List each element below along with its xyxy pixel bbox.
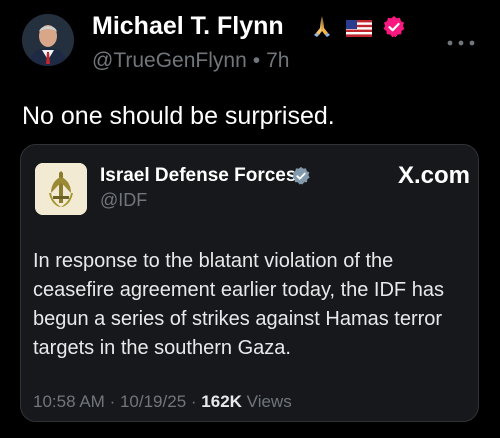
post-text: No one should be surprised. — [22, 102, 335, 130]
post-timestamp[interactable]: 10:58 AM — [33, 392, 105, 411]
separator-dot: • — [252, 49, 261, 72]
folded-hands-icon — [314, 16, 330, 37]
quoted-post-meta: 10:58 AM · 10/19/25 · 162K Views — [33, 392, 292, 412]
quoted-author-name[interactable]: Israel Defense Forces — [100, 165, 296, 187]
us-flag-icon — [346, 20, 372, 37]
author-handle[interactable]: @TrueGenFlynn — [92, 49, 247, 72]
quoted-post-text: In response to the blatant violation of … — [33, 250, 444, 359]
views-count[interactable]: 162K — [201, 392, 242, 411]
quoted-author-handle[interactable]: @IDF — [100, 190, 147, 211]
source-label[interactable]: X.com — [398, 162, 470, 190]
verified-badge-icon — [292, 166, 310, 185]
post-date[interactable]: 10/19/25 — [120, 392, 186, 411]
views-label: Views — [246, 392, 292, 411]
verified-badge-icon — [383, 16, 405, 38]
post: Michael T. Flynn @TrueGenFlynn • 7h No one… — [0, 0, 500, 438]
post-time[interactable]: 7h — [266, 49, 289, 72]
more-horizontal-icon[interactable] — [446, 38, 476, 48]
meta-separator: · — [190, 392, 197, 411]
meta-separator: · — [109, 392, 116, 411]
idf-logo[interactable] — [35, 163, 87, 215]
author-name[interactable]: Michael T. Flynn — [92, 12, 284, 41]
author-avatar[interactable] — [22, 14, 74, 66]
quoted-post-card[interactable]: Israel Defense Forces @IDF X.com In resp… — [20, 144, 479, 422]
author-handle-row: @TrueGenFlynn • 7h — [92, 49, 289, 73]
